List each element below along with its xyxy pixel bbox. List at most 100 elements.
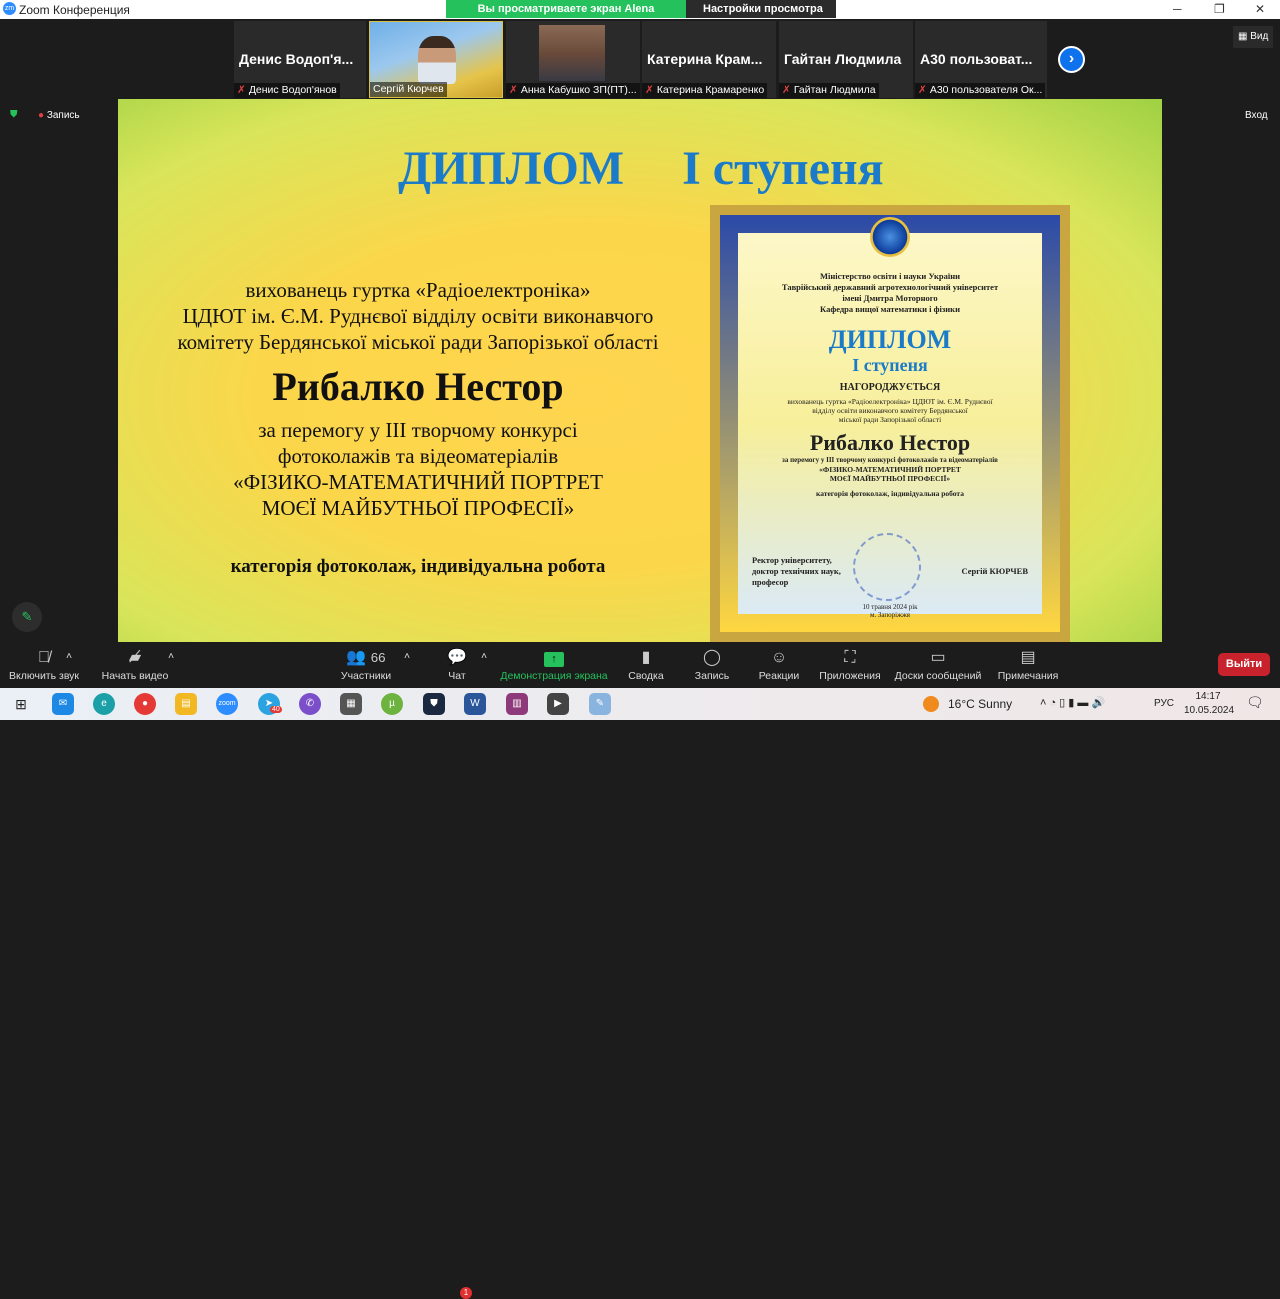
participant-tile[interactable]: Денис Водоп'я... ✗ Денис Водоп'янов <box>234 21 366 98</box>
share-screen-button[interactable]: ↑ Демонстрация экрана <box>500 648 608 682</box>
chat-icon: 💬 <box>447 649 467 666</box>
participant-tile-video[interactable]: ✗ Анна Кабушко ЗП(ПТ)... <box>506 21 640 98</box>
word-icon[interactable]: W <box>464 693 486 715</box>
exit-fullscreen-button[interactable]: Вход <box>1245 110 1268 121</box>
winrar-icon[interactable]: ▥ <box>506 693 528 715</box>
minimize-icon[interactable]: ─ <box>1173 2 1182 16</box>
notes-button[interactable]: ▤ Примечания <box>996 648 1060 682</box>
language-indicator[interactable]: РУС <box>1154 698 1174 709</box>
chat-button[interactable]: 💬 Чат <box>444 648 470 682</box>
slide-line: за перемогу у ІІІ творчому конкурсі <box>258 418 578 442</box>
slide-recipient-name: Рибалко Нестор <box>272 364 564 409</box>
diploma-title: ДИПЛОМ <box>828 325 952 354</box>
zoom-logo-icon: zm <box>3 2 16 15</box>
participant-name: ✗ Анна Кабушко ЗП(ПТ)... <box>506 83 640 98</box>
reactions-icon: ☺ <box>770 649 788 666</box>
share-screen-icon: ↑ <box>500 648 608 670</box>
video-off-icon: ▰̸ <box>128 649 142 666</box>
notes-icon: ▤ <box>1020 649 1036 666</box>
mail-icon[interactable]: ✉ <box>52 693 74 715</box>
chat-caret-icon[interactable]: ˄ <box>481 650 487 662</box>
diploma-text: відділу освіти виконавчого комітету Берд… <box>812 406 968 415</box>
close-icon[interactable]: ✕ <box>1255 2 1265 16</box>
maximize-icon[interactable]: ❐ <box>1214 2 1225 16</box>
participants-button[interactable]: 👥 66 Участники <box>338 648 394 682</box>
summary-label: Сводка <box>628 670 664 682</box>
annotate-pencil-icon[interactable]: ✎ <box>12 602 42 632</box>
clock-date: 10.05.2024 <box>1184 705 1235 716</box>
participant-tile[interactable]: Катерина Крам... ✗ Катерина Крамаренко <box>642 21 776 98</box>
diploma-text: професор <box>752 577 789 587</box>
grid-icon: ▦ <box>1238 31 1248 42</box>
participant-video <box>418 36 456 84</box>
zoom-app-icon[interactable]: zoom <box>216 693 238 715</box>
diploma-text: міської ради Запорізької області <box>838 415 942 424</box>
file-explorer-icon[interactable]: ▤ <box>175 693 197 715</box>
tray-icons[interactable]: ˄ ◔ ▯ ▮ ▬ 🔊 <box>1040 696 1105 709</box>
medal-emblem-icon <box>870 217 910 257</box>
vpn-shield-icon[interactable]: ⛊ <box>423 693 445 715</box>
summary-button[interactable]: ▮ Сводка <box>626 648 666 682</box>
record-icon: ◯ <box>703 649 721 666</box>
next-page-chevron-icon[interactable]: › <box>1058 46 1085 73</box>
whiteboards-button[interactable]: ▭ Доски сообщений <box>893 648 983 682</box>
recording-indicator[interactable]: ● Запись <box>38 110 80 121</box>
muted-mic-icon: ✗ <box>237 84 246 96</box>
diploma-text: Кафедра вищої математики і фізики <box>820 304 960 314</box>
muted-mic-icon: ✗ <box>782 84 791 96</box>
shield-icon[interactable]: ⛊ <box>10 109 18 120</box>
sharing-banner: Вы просматриваете экран Alena Dyadenchuk <box>446 0 686 33</box>
notifications-icon[interactable]: 🗨 <box>1246 694 1264 711</box>
view-label: Вид <box>1250 31 1269 42</box>
leave-button[interactable]: Выйти <box>1218 653 1270 676</box>
participant-name: Сергій Кюрчев <box>370 82 447 97</box>
diploma-date-place: 10 травня 2024 рік м. Запоріжжя <box>738 603 1042 619</box>
official-seal-icon <box>853 533 921 601</box>
telegram-badge: 40 <box>270 706 282 713</box>
start-video-button[interactable]: ▰̸ Начать видео <box>100 648 170 682</box>
diploma-signature-title: Ректор університету, доктор технічних на… <box>752 555 841 588</box>
calculator-icon[interactable]: ▦ <box>340 693 362 715</box>
edge-icon[interactable]: e <box>93 693 115 715</box>
start-video-label: Начать видео <box>101 670 169 682</box>
record-button[interactable]: ◯ Запись <box>694 648 730 682</box>
diploma-text: доктор технічних наук, <box>752 566 841 576</box>
participant-big-name: А30 пользоват... <box>920 51 1033 67</box>
participants-count: 66 <box>370 650 386 665</box>
audio-options-caret-icon[interactable]: ˄ <box>66 650 72 662</box>
video-options-caret-icon[interactable]: ˄ <box>168 650 174 662</box>
slide-title-diploma: ДИПЛОМ <box>398 142 625 195</box>
participant-tile[interactable]: А30 пользоват... ✗ А30 пользователя Ок... <box>915 21 1047 98</box>
share-screen-label: Демонстрация экрана <box>500 670 608 682</box>
utorrent-icon[interactable]: µ <box>381 693 403 715</box>
participant-video <box>539 25 605 81</box>
diploma-text: категорія фотоколаж, індивідуальна робот… <box>816 489 964 498</box>
paint-icon[interactable]: ✎ <box>589 693 611 715</box>
diploma-text: Міністерство освіти і науки України <box>819 271 961 281</box>
participants-label: Участники <box>340 670 392 682</box>
reactions-button[interactable]: ☺ Реакции <box>758 648 800 682</box>
recording-label: Запись <box>46 110 80 121</box>
weather-text[interactable]: 16°C Sunny <box>948 697 1012 711</box>
slide-description: вихованець гуртка «Радіоелектроніка» ЦДЮ… <box>138 277 698 355</box>
diploma-date: 10 травня 2024 рік <box>862 603 918 611</box>
apps-button[interactable]: ⛶ Приложения <box>818 648 882 682</box>
chrome-icon[interactable]: ● <box>134 693 156 715</box>
viber-icon[interactable]: ✆ <box>299 693 321 715</box>
participant-big-name: Денис Водоп'я... <box>239 51 354 67</box>
participant-name-text: Катерина Крамаренко <box>656 84 765 96</box>
participant-tile-video[interactable]: Сергій Кюрчев <box>369 21 503 98</box>
participant-big-name: Катерина Крам... <box>647 51 763 67</box>
view-settings-button[interactable]: Настройки просмотра ⌄ <box>686 0 836 33</box>
slide-line: ЦДЮТ ім. Є.М. Руднєвої відділу освіти ви… <box>182 304 654 328</box>
participants-caret-icon[interactable]: ˄ <box>404 650 410 662</box>
video-editor-icon[interactable]: ▶ <box>547 693 569 715</box>
start-windows-icon[interactable]: ⊞ <box>10 693 32 715</box>
diploma-text: вихованець гуртка «Радіоелектроніка» ЦДЮ… <box>787 397 993 406</box>
reactions-label: Реакции <box>758 670 800 682</box>
notes-label: Примечания <box>997 670 1059 682</box>
participant-tile[interactable]: Гайтан Людмила ✗ Гайтан Людмила <box>779 21 913 98</box>
view-button[interactable]: ▦ Вид <box>1233 26 1273 48</box>
clock[interactable]: 14:17 10.05.2024 <box>1184 690 1235 718</box>
participant-name-text: Денис Водоп'янов <box>248 84 337 96</box>
